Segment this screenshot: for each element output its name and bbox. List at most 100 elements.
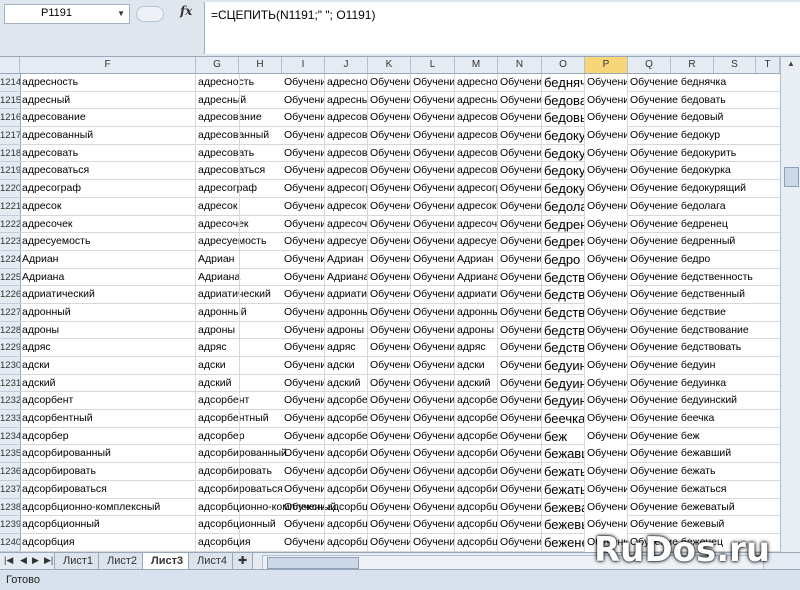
cell-i[interactable]: Обучение bbox=[282, 498, 325, 517]
cell-p[interactable]: Обучение bbox=[585, 374, 628, 393]
cell-q[interactable]: Обучение бедствование bbox=[628, 322, 780, 340]
cell-n[interactable]: Обучение bbox=[498, 215, 542, 234]
row-header[interactable]: 1239 bbox=[0, 516, 20, 534]
cell-f[interactable]: адресоваться bbox=[20, 162, 196, 181]
column-header[interactable]: O bbox=[542, 57, 585, 73]
cell-p[interactable]: Обучение bbox=[585, 410, 628, 428]
cell-n[interactable]: Обучение bbox=[498, 410, 542, 428]
cell-i[interactable]: Обучение bbox=[282, 180, 325, 198]
cell-j[interactable]: адски bbox=[325, 357, 368, 375]
row-header[interactable]: 1232 bbox=[0, 392, 20, 411]
cell-j[interactable]: адский bbox=[325, 374, 368, 393]
cell-j[interactable]: адсорбироваться bbox=[325, 480, 368, 499]
cell-i[interactable]: Обучение bbox=[282, 197, 325, 216]
cell-l[interactable]: Обучение bbox=[411, 74, 455, 92]
cell-p[interactable]: Обучение bbox=[585, 463, 628, 481]
cell-o[interactable]: бедуинка bbox=[542, 374, 585, 393]
cell-m[interactable]: адски bbox=[455, 357, 498, 375]
cell-l[interactable]: Обучение bbox=[411, 109, 455, 128]
row-header[interactable]: 1234 bbox=[0, 428, 20, 446]
cell-m[interactable]: адсорбция bbox=[455, 533, 498, 552]
cell-n[interactable]: Обучение bbox=[498, 180, 542, 198]
cell-k[interactable]: Обучение bbox=[368, 233, 411, 251]
cell-k[interactable]: Обучение bbox=[368, 516, 411, 534]
cell-q[interactable]: Обучение бежавший bbox=[628, 445, 780, 463]
cell-k[interactable]: Обучение bbox=[368, 533, 411, 552]
cell-m[interactable]: адресочек bbox=[455, 215, 498, 234]
cell-m[interactable]: адронный bbox=[455, 303, 498, 322]
cell-p[interactable]: Обучение bbox=[585, 250, 628, 269]
cell-k[interactable]: Обучение bbox=[368, 480, 411, 499]
cell-f[interactable]: Адриана bbox=[20, 268, 196, 287]
cell-o[interactable]: бедственный bbox=[542, 286, 585, 304]
cell-k[interactable]: Обучение bbox=[368, 498, 411, 517]
cell-m[interactable]: адсорбционный bbox=[455, 516, 498, 534]
cell-l[interactable]: Обучение bbox=[411, 321, 455, 340]
cell-f[interactable]: адский bbox=[20, 374, 196, 393]
cell-l[interactable]: Обучение bbox=[411, 127, 455, 145]
cell-o[interactable]: бедокурящий bbox=[542, 180, 585, 198]
cell-q[interactable]: Обучение бедокурить bbox=[628, 145, 780, 163]
cell-f[interactable]: адресограф bbox=[20, 180, 196, 198]
cell-i[interactable]: Обучение bbox=[282, 215, 325, 234]
cell-q[interactable]: Обучение бедокур bbox=[628, 127, 780, 145]
cell-f[interactable]: адсорбентный bbox=[20, 410, 196, 428]
row-header[interactable]: 1225 bbox=[0, 269, 20, 287]
column-header[interactable]: Q bbox=[628, 57, 671, 73]
cell-q[interactable]: Обучение бежаться bbox=[628, 481, 780, 499]
row-header[interactable]: 1226 bbox=[0, 286, 20, 304]
cell-m[interactable]: адресок bbox=[455, 197, 498, 216]
cell-p[interactable]: Обучение bbox=[585, 91, 628, 110]
cell-f[interactable]: адресование bbox=[20, 109, 196, 128]
cell-l[interactable]: Обучение bbox=[411, 392, 455, 411]
cell-o[interactable]: бедокур bbox=[542, 127, 585, 145]
cell-o[interactable]: беднячка bbox=[542, 74, 585, 92]
cell-p[interactable]: Обучение bbox=[585, 286, 628, 304]
cell-j[interactable]: адряс bbox=[325, 339, 368, 357]
row-header[interactable]: 1231 bbox=[0, 375, 20, 393]
cell-q[interactable]: Обучение бедствовать bbox=[628, 339, 780, 357]
cell-f[interactable]: адсорбер bbox=[20, 427, 196, 446]
column-header[interactable]: L bbox=[411, 57, 455, 73]
cell-j[interactable]: адсорбция bbox=[325, 533, 368, 552]
cell-l[interactable]: Обучение bbox=[411, 303, 455, 322]
cell-n[interactable]: Обучение bbox=[498, 339, 542, 357]
cell-j[interactable]: адсорбционно-комплексный bbox=[325, 498, 368, 517]
row-header[interactable]: 1222 bbox=[0, 216, 20, 234]
cell-f[interactable]: адсорбент bbox=[20, 392, 196, 411]
cell-o[interactable]: беженец bbox=[542, 533, 585, 552]
cell-o[interactable]: бежать bbox=[542, 463, 585, 481]
name-box[interactable]: P1191 ▼ bbox=[4, 4, 130, 24]
cell-m[interactable]: Адриана bbox=[455, 268, 498, 287]
cell-o[interactable]: бедокурка bbox=[542, 162, 585, 181]
cell-i[interactable]: Обучение bbox=[282, 463, 325, 481]
cell-j[interactable]: адроны bbox=[325, 321, 368, 340]
cell-m[interactable]: Адриан bbox=[455, 250, 498, 269]
cell-f[interactable]: адски bbox=[20, 357, 196, 375]
cell-o[interactable]: бедствовать bbox=[542, 339, 585, 357]
cell-l[interactable]: Обучение bbox=[411, 410, 455, 428]
cell-n[interactable]: Обучение bbox=[498, 374, 542, 393]
cell-k[interactable]: Обучение bbox=[368, 427, 411, 446]
cell-p[interactable]: Обучение bbox=[585, 233, 628, 251]
cell-i[interactable]: Обучение bbox=[282, 162, 325, 181]
cell-f[interactable]: Адриан bbox=[20, 250, 196, 269]
cell-q[interactable]: Обучение беж bbox=[628, 428, 780, 446]
cell-j[interactable]: адресоваться bbox=[325, 162, 368, 181]
row-header[interactable]: 1238 bbox=[0, 499, 20, 517]
cell-q[interactable]: Обучение бедокурка bbox=[628, 162, 780, 180]
row-header[interactable]: 1217 bbox=[0, 127, 20, 145]
cell-l[interactable]: Обучение bbox=[411, 445, 455, 464]
cell-k[interactable]: Обучение bbox=[368, 74, 411, 92]
cell-j[interactable]: адсорбер bbox=[325, 427, 368, 446]
cell-l[interactable]: Обучение bbox=[411, 233, 455, 251]
cell-l[interactable]: Обучение bbox=[411, 197, 455, 216]
cell-m[interactable]: адсорбер bbox=[455, 427, 498, 446]
cell-m[interactable]: адриатический bbox=[455, 286, 498, 304]
cell-m[interactable]: адсорбционно-комплексный bbox=[455, 498, 498, 517]
vertical-scroll-thumb[interactable] bbox=[784, 167, 799, 187]
column-header[interactable]: S bbox=[714, 57, 756, 73]
formula-bar-resize-handle[interactable] bbox=[136, 6, 164, 22]
cell-n[interactable]: Обучение bbox=[498, 445, 542, 464]
cell-q[interactable]: Обучение бедокурящий bbox=[628, 180, 780, 198]
